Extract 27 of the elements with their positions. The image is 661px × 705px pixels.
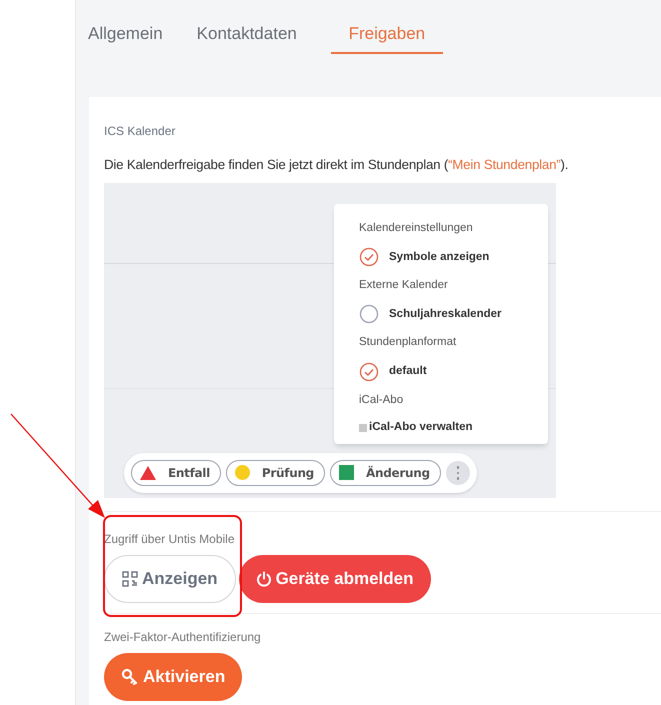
menu-option[interactable]: default [389, 363, 427, 380]
legend-chip[interactable]: Änderung [330, 460, 441, 486]
key-icon [121, 668, 139, 686]
checked-circle-icon[interactable] [359, 362, 379, 382]
action-button[interactable]: Anzeigen [104, 554, 236, 603]
checked-circle-icon[interactable] [359, 247, 379, 268]
section-heading: Zwei-Faktor-Authentifizierung [104, 628, 262, 646]
calendar-hint: Die Kalenderfreigabe finden Sie jetzt direkt im Stundenplan (“Mein Stundenplan”). [104, 156, 570, 174]
tab[interactable]: Allgemein [88, 16, 163, 54]
menu-option[interactable]: Symbole anzeigen [389, 248, 490, 266]
menu-option[interactable]: Schuljahreskalender [389, 306, 502, 324]
power-icon [256, 570, 272, 587]
section-heading: ICS Kalender [104, 123, 176, 140]
tab[interactable]: Kontaktdaten [196, 16, 297, 54]
menu-link[interactable]: iCal-Abo verwalten [369, 418, 473, 436]
image-icon [359, 424, 367, 432]
action-button[interactable]: Geräte abmelden [238, 554, 431, 603]
menu-heading: Kalendereinstellungen [359, 220, 474, 236]
menu-heading: iCal-Abo [359, 392, 404, 408]
qr-code-icon [122, 570, 138, 587]
more-options-button[interactable] [446, 460, 470, 485]
menu-heading: Stundenplanformat [359, 335, 458, 350]
menu-heading: Externe Kalender [359, 278, 449, 294]
empty-circle-icon[interactable] [359, 304, 379, 324]
legend-chip[interactable]: Prüfung [226, 460, 325, 486]
section-heading: Zugriff über Untis Mobile [104, 530, 236, 548]
legend-chip[interactable]: Entfall [131, 460, 221, 486]
